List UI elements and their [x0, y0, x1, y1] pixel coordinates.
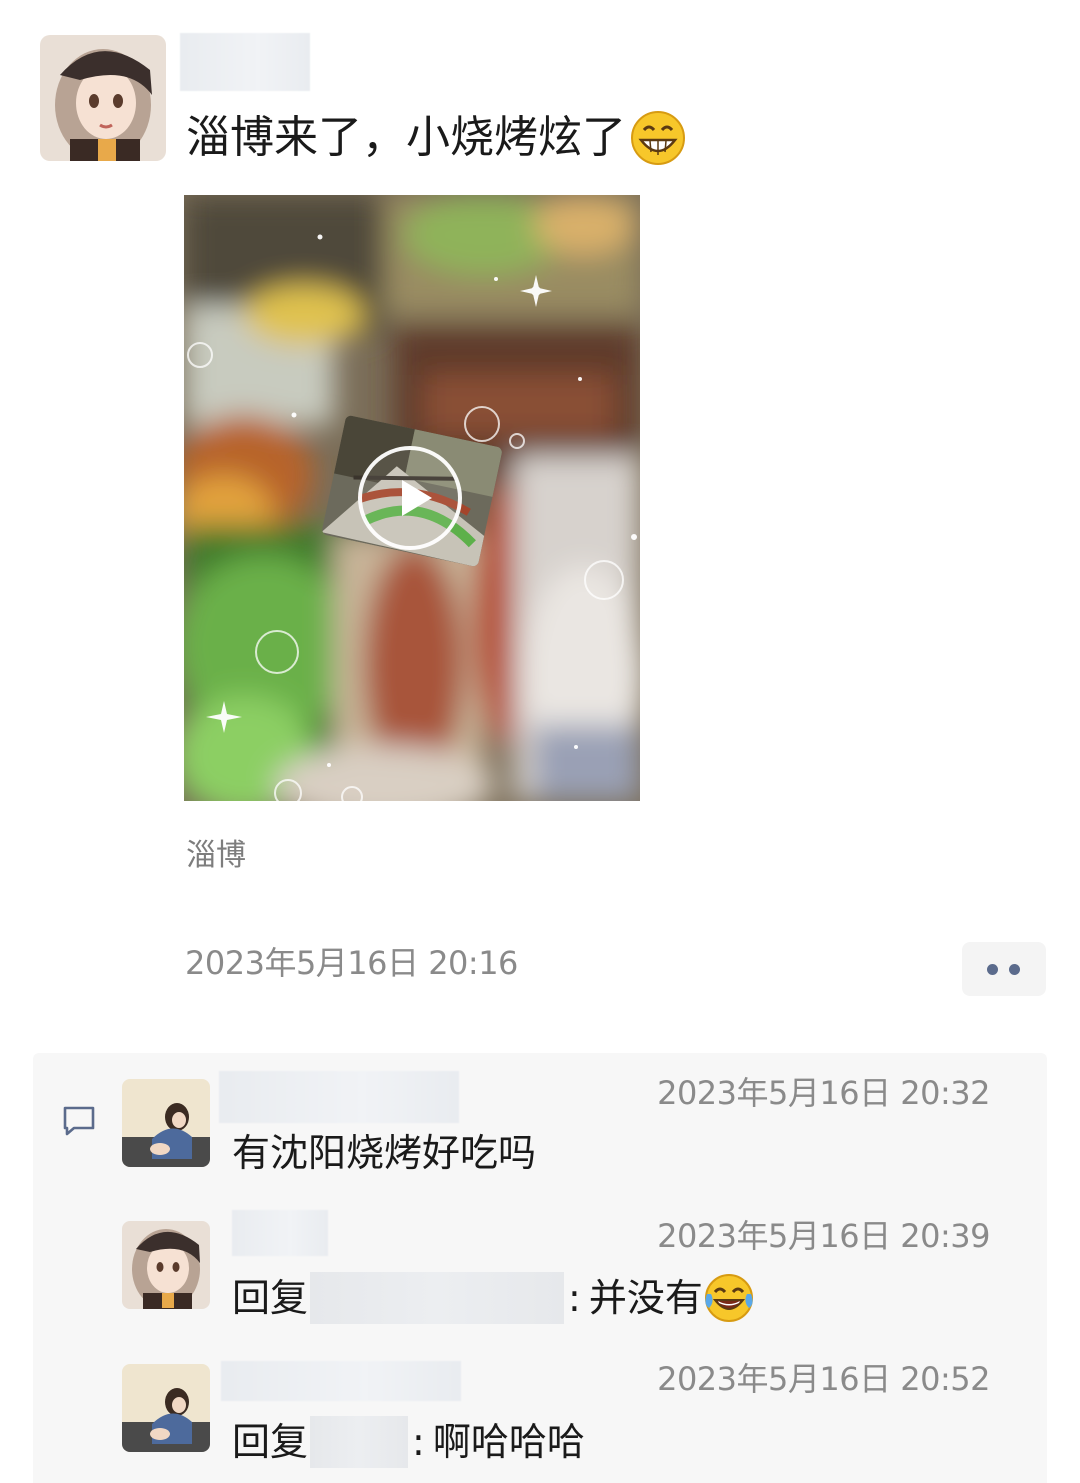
- commenter-name-blurred[interactable]: [232, 1210, 328, 1256]
- grinning-face-emoji-icon: [630, 110, 686, 166]
- reply-prefix: 回复: [232, 1276, 309, 1320]
- comment-timestamp: 2023年5月16日 20:52: [657, 1360, 990, 1398]
- play-icon[interactable]: [358, 446, 462, 550]
- poster-name-blurred[interactable]: [180, 33, 310, 91]
- commenter-avatar[interactable]: [122, 1364, 210, 1452]
- reply-target-name-blurred[interactable]: [310, 1272, 565, 1324]
- comment-icon: [62, 1104, 96, 1138]
- reply-separator: :: [568, 1276, 581, 1320]
- reply-prefix: 回复: [232, 1420, 309, 1464]
- comment-timestamp: 2023年5月16日 20:32: [657, 1074, 990, 1112]
- comment-text[interactable]: 有沈阳烧烤好吃吗: [232, 1128, 536, 1178]
- post-timestamp: 2023年5月16日 20:16: [185, 944, 518, 982]
- post-text: 淄博来了，小烧烤炫了: [186, 108, 686, 168]
- reply-target-name-blurred[interactable]: [310, 1416, 409, 1468]
- tears-of-joy-emoji-icon: [703, 1272, 755, 1324]
- comment-body: 啊哈哈哈: [432, 1420, 585, 1464]
- comment-timestamp: 2023年5月16日 20:39: [657, 1217, 990, 1255]
- comment-text[interactable]: 回复 : 并没有: [232, 1272, 755, 1324]
- location-label[interactable]: 淄博: [186, 836, 246, 876]
- comment-body: 并没有: [588, 1276, 703, 1320]
- post-caption: 淄博来了，小烧烤炫了: [186, 112, 626, 163]
- comment-text[interactable]: 回复 : 啊哈哈哈: [232, 1416, 585, 1468]
- commenter-name-blurred[interactable]: [221, 1361, 461, 1401]
- more-dots-icon[interactable]: [962, 942, 1046, 996]
- commenter-name-blurred[interactable]: [219, 1071, 459, 1123]
- poster-avatar[interactable]: [40, 35, 166, 161]
- reply-separator: :: [412, 1420, 425, 1464]
- commenter-avatar[interactable]: [122, 1221, 210, 1309]
- commenter-avatar[interactable]: [122, 1079, 210, 1167]
- comment-body: 有沈阳烧烤好吃吗: [232, 1131, 537, 1175]
